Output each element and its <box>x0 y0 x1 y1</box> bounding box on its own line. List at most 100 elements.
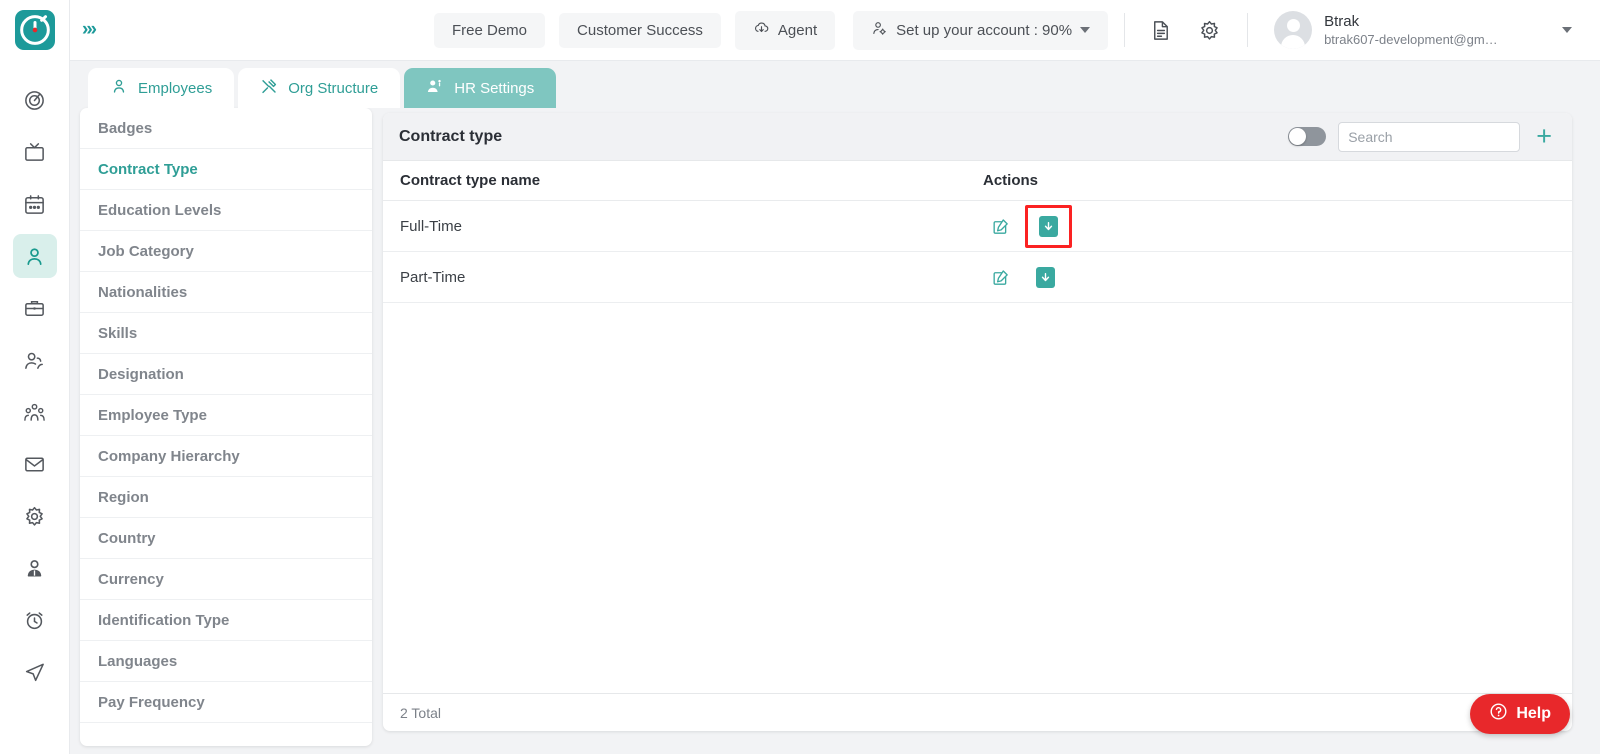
help-label: Help <box>1516 705 1551 722</box>
sidebar-item-languages[interactable]: Languages <box>80 641 372 682</box>
agent-button[interactable]: Agent <box>734 10 836 50</box>
table-header: Contract type name Actions <box>383 161 1572 201</box>
top-bar-center-actions: Free Demo Customer Success Agent Set up … <box>434 10 1109 50</box>
sidebar-item-designation[interactable]: Designation <box>80 354 372 395</box>
panel-header-actions: + <box>1288 121 1556 152</box>
sidebar-item-company-hierarchy[interactable]: Company Hierarchy <box>80 436 372 477</box>
table-body: Full-Time Part-Time <box>383 201 1572 693</box>
setup-account-button[interactable]: Set up your account : 90% <box>853 10 1109 50</box>
tab-org-structure-label: Org Structure <box>288 79 379 97</box>
total-count-label: 2 Total <box>400 704 441 721</box>
edit-pencil-icon[interactable] <box>991 217 1010 236</box>
top-bar: ››› Free Demo Customer Success Agent Set… <box>70 0 1600 61</box>
gear-icon[interactable] <box>1198 19 1221 42</box>
rail-item-mail-icon[interactable] <box>13 442 57 486</box>
user-chevron-down-icon[interactable] <box>1561 27 1572 33</box>
sidebar-item-contract-type[interactable]: Contract Type <box>80 149 372 190</box>
rail-item-two-people-icon[interactable] <box>13 338 57 382</box>
rail-item-group-people-icon[interactable] <box>13 390 57 434</box>
archive-download-icon[interactable] <box>1039 215 1058 237</box>
tab-employees-label: Employees <box>138 79 213 97</box>
tab-hr-settings[interactable]: HR Settings <box>404 68 557 108</box>
page-title: Contract type <box>399 127 503 145</box>
sidebar-item-nationalities[interactable]: Nationalities <box>80 272 372 313</box>
person-icon <box>110 77 128 99</box>
tab-hr-settings-label: HR Settings <box>454 79 535 97</box>
sidebar-item-label: Region <box>98 488 149 506</box>
cloud-download-icon <box>753 20 770 41</box>
panel-footer: 2 Total <box>383 693 1572 731</box>
chevrons-right-icon[interactable]: ››› <box>82 19 122 41</box>
row-actions <box>983 204 1572 248</box>
archived-toggle[interactable] <box>1288 127 1327 146</box>
edit-pencil-icon[interactable] <box>991 268 1010 287</box>
column-header-actions: Actions <box>983 172 1039 189</box>
sidebar-item-skills[interactable]: Skills <box>80 313 372 354</box>
row-actions <box>983 266 1572 288</box>
user-name: Btrak <box>1324 13 1360 30</box>
avatar <box>1274 11 1313 49</box>
archive-download-icon[interactable] <box>1036 266 1055 288</box>
cell-contract-type-name: Full-Time <box>400 217 462 235</box>
setup-account-label: Set up your account : 90% <box>896 21 1073 39</box>
top-divider-right <box>1247 13 1249 47</box>
sidebar-item-label: Designation <box>98 365 184 383</box>
main-tabs: Employees Org Structure HR Settings <box>88 68 557 108</box>
document-icon[interactable] <box>1149 19 1172 42</box>
customer-success-button[interactable]: Customer Success <box>559 12 721 48</box>
sidebar-item-label: Languages <box>98 652 178 670</box>
free-demo-button[interactable]: Free Demo <box>434 12 546 48</box>
user-text: Btrak btrak607-development@gm… <box>1324 13 1498 47</box>
sidebar-item-region[interactable]: Region <box>80 477 372 518</box>
table-row[interactable]: Part-Time <box>383 252 1572 303</box>
toggle-knob <box>1289 128 1307 145</box>
sidebar-item-label: Pay Frequency <box>98 693 205 711</box>
sidebar-item-identification-type[interactable]: Identification Type <box>80 600 372 641</box>
rail-item-person-icon[interactable] <box>12 234 57 278</box>
sidebar-item-label: Identification Type <box>98 611 230 629</box>
archive-highlight-box <box>1025 204 1072 248</box>
agent-label: Agent <box>777 21 818 39</box>
sidebar-item-label: Education Levels <box>98 201 222 219</box>
sidebar-item-label: Badges <box>98 119 153 137</box>
tools-icon <box>260 77 278 99</box>
free-demo-label: Free Demo <box>452 21 528 39</box>
sidebar-item-job-category[interactable]: Job Category <box>80 231 372 272</box>
sidebar-item-employee-type[interactable]: Employee Type <box>80 395 372 436</box>
top-bar-right-actions: Btrak btrak607-development@gm… <box>1149 11 1572 49</box>
cell-contract-type-name: Part-Time <box>400 268 466 286</box>
user-gear-icon <box>871 20 888 41</box>
table-row[interactable]: Full-Time <box>383 201 1572 252</box>
sidebar-item-currency[interactable]: Currency <box>80 559 372 600</box>
rail-item-calendar-icon[interactable] <box>13 182 57 226</box>
rail-item-monitor-icon[interactable] <box>13 130 57 174</box>
tab-employees[interactable]: Employees <box>88 68 235 108</box>
rail-item-settings-gear-icon[interactable] <box>13 494 57 538</box>
tab-org-structure[interactable]: Org Structure <box>238 68 401 108</box>
add-contract-type-button[interactable]: + <box>1532 123 1556 150</box>
search-input[interactable] <box>1338 121 1521 152</box>
rail-item-briefcase-icon[interactable] <box>13 286 57 330</box>
app-logo[interactable] <box>14 10 55 50</box>
rail-item-user-badge-icon[interactable] <box>13 546 57 590</box>
sidebar-item-label: Currency <box>98 570 164 588</box>
user-email: btrak607-development@gm… <box>1324 32 1498 47</box>
question-circle-icon <box>1489 702 1508 726</box>
sidebar-item-country[interactable]: Country <box>80 518 372 559</box>
chevron-down-icon <box>1080 27 1091 33</box>
sidebar-item-badges[interactable]: Badges <box>80 108 372 149</box>
sidebar-item-education-levels[interactable]: Education Levels <box>80 190 372 231</box>
plus-icon: + <box>1536 121 1552 151</box>
rail-item-alarm-clock-icon[interactable] <box>13 598 57 642</box>
left-icon-rail <box>0 0 70 754</box>
customer-success-label: Customer Success <box>577 21 703 39</box>
contract-type-panel: Contract type + Contract type name Actio… <box>383 113 1572 731</box>
sidebar-item-pay-frequency[interactable]: Pay Frequency <box>80 682 372 723</box>
user-menu[interactable]: Btrak btrak607-development@gm… <box>1274 11 1572 49</box>
sidebar-item-label: Contract Type <box>98 160 198 178</box>
rail-item-dashboard-target-icon[interactable] <box>13 78 57 122</box>
help-button[interactable]: Help <box>1470 694 1570 734</box>
rail-item-send-arrow-icon[interactable] <box>13 650 57 694</box>
top-divider-left <box>1124 13 1126 47</box>
sidebar-item-label: Nationalities <box>98 283 188 301</box>
